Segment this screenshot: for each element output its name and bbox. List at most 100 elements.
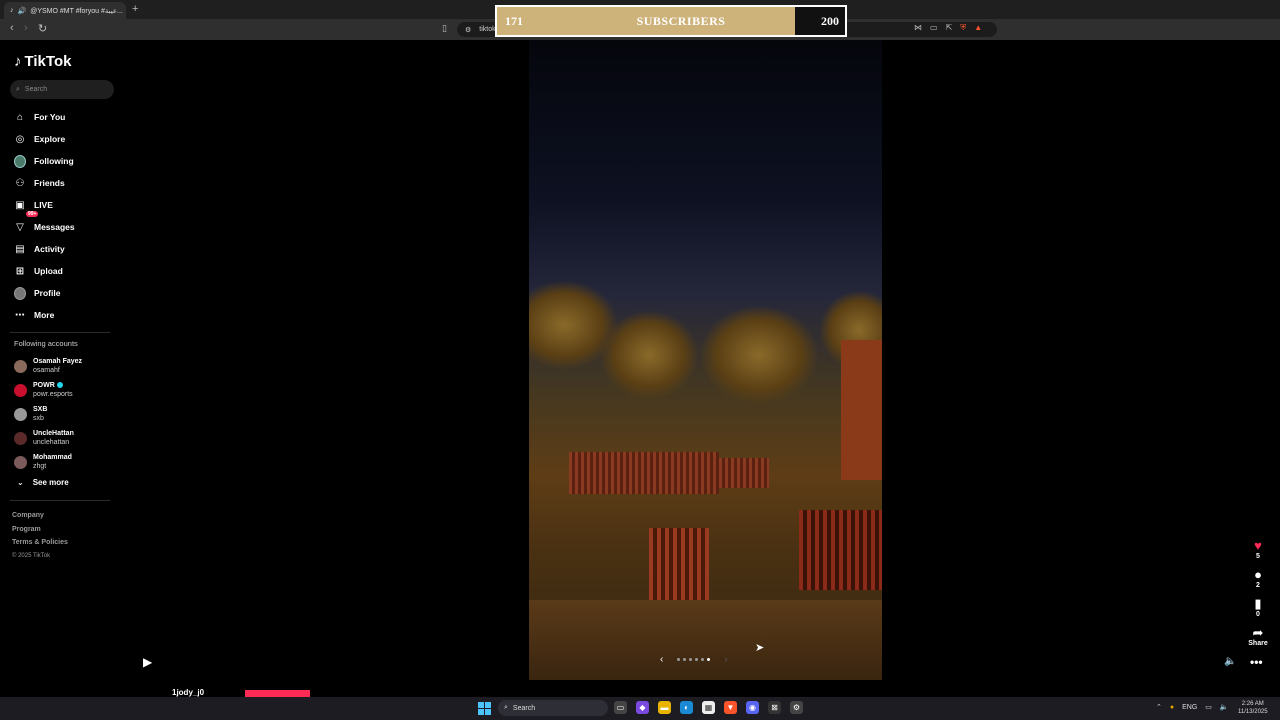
sidebar-item-explore[interactable]: ◎ Explore <box>14 128 75 150</box>
windows-start-icon[interactable] <box>478 702 491 715</box>
carousel-dot[interactable] <box>701 658 705 661</box>
account-name: UncleHattan <box>33 430 74 437</box>
subscriber-goal: 200 <box>795 7 845 35</box>
sidebar-item-label: Profile <box>34 288 61 298</box>
following-accounts-list: Osamah Fayez osamahf POWR powr.esports SX… <box>14 354 82 474</box>
app-icon[interactable]: ⊠ <box>768 701 781 714</box>
follow-button[interactable] <box>245 690 310 697</box>
cast-icon[interactable]: ▭ <box>930 23 938 33</box>
search-input[interactable]: ⌕ Search <box>10 80 114 99</box>
following-account[interactable]: POWR powr.esports <box>14 378 82 402</box>
site-info-icon[interactable]: ⚙ <box>465 26 471 34</box>
sidebar-item-profile[interactable]: Profile <box>14 282 75 304</box>
account-handle: powr.esports <box>33 391 73 398</box>
avatar <box>14 407 27 421</box>
sidebar-item-following[interactable]: Following <box>14 150 75 172</box>
taskbar-clock[interactable]: 2:26 AM 11/13/2025 <box>1238 700 1268 716</box>
extension-icons: ⋈ ▭ ⇱ ⛨ ▲ <box>914 23 982 33</box>
verified-icon <box>56 382 63 389</box>
new-tab-button[interactable]: + <box>132 3 138 15</box>
bookmark-icon[interactable]: ▯ <box>442 23 447 34</box>
sidebar-divider <box>10 332 110 333</box>
upload-icon: ⊞ <box>15 265 25 277</box>
sidebar-item-activity[interactable]: ▤ Activity <box>14 238 75 260</box>
carousel-dot-active[interactable] <box>707 658 711 661</box>
sidebar-item-more[interactable]: ⋯ More <box>14 304 75 326</box>
brave-icon[interactable]: ▼ <box>724 701 737 714</box>
sidebar-item-friends[interactable]: ⚇ Friends <box>14 172 75 194</box>
sidebar-item-upload[interactable]: ⊞ Upload <box>14 260 75 282</box>
following-account[interactable]: UncleHattan unclehattan <box>14 426 82 450</box>
play-icon[interactable]: ▶ <box>143 655 152 669</box>
discord-icon[interactable]: ◉ <box>746 701 759 714</box>
edge-icon[interactable]: ◐ <box>680 701 693 714</box>
volume-tray-icon[interactable]: 🔈 <box>1220 703 1229 711</box>
settings-icon[interactable]: ⚙ <box>790 701 803 714</box>
save-button[interactable]: ▮ 0 <box>1254 597 1261 626</box>
see-more-label: See more <box>32 478 69 487</box>
sidebar-item-live[interactable]: ▣ LIVE <box>14 194 75 216</box>
system-tray: ⌃ ● ENG ▭ 🔈 <box>1156 703 1229 712</box>
tiktok-logo[interactable]: ♪ TikTok <box>14 53 71 70</box>
carousel-prev-icon[interactable]: ‹ <box>660 654 663 665</box>
share-page-icon[interactable]: ⇱ <box>946 23 953 33</box>
carousel-dot[interactable] <box>683 658 687 661</box>
extension-icon[interactable]: ⋈ <box>914 23 922 33</box>
comment-button[interactable]: ● 2 <box>1254 568 1262 597</box>
carousel-dot[interactable] <box>689 658 693 661</box>
copilot-icon[interactable]: ◆ <box>636 701 649 714</box>
footer-link-program[interactable]: Program <box>12 523 68 537</box>
carousel-dot[interactable] <box>677 658 681 661</box>
taskbar-search[interactable]: ⌕ Search <box>498 700 608 716</box>
bookmark-icon: ▮ <box>1254 596 1262 611</box>
sidebar-divider <box>10 500 110 501</box>
carousel-next-icon[interactable]: › <box>724 654 727 665</box>
footer-link-terms[interactable]: Terms & Policies <box>12 536 68 550</box>
chevron-up-icon[interactable]: ⌃ <box>1156 703 1162 711</box>
brave-shield-icon[interactable]: ⛨ <box>960 23 966 33</box>
volume-icon[interactable]: 🔈 <box>1224 656 1236 667</box>
brave-rewards-icon[interactable]: ▲ <box>974 23 982 33</box>
microphone-icon[interactable]: ● <box>1170 704 1174 711</box>
forward-button[interactable]: › <box>24 22 28 34</box>
back-button[interactable]: ‹ <box>10 22 14 34</box>
more-options-icon[interactable]: ••• <box>1250 655 1263 669</box>
carousel-dots <box>677 658 711 661</box>
like-button[interactable]: ♥ 5 <box>1254 539 1262 568</box>
railing <box>799 510 882 590</box>
carousel-controls: ‹ › <box>660 654 728 665</box>
language-indicator[interactable]: ENG <box>1182 704 1197 711</box>
search-placeholder: Search <box>24 86 48 93</box>
following-account[interactable]: Osamah Fayez osamahf <box>14 354 82 378</box>
following-account[interactable]: SXB sxb <box>14 402 82 426</box>
heart-icon: ♥ <box>1254 538 1262 553</box>
video-player[interactable] <box>529 40 882 680</box>
footer-link-company[interactable]: Company <box>12 509 68 523</box>
account-name: Mohammad <box>33 454 72 461</box>
more-icon: ⋯ <box>15 309 25 321</box>
activity-icon: ▤ <box>15 243 25 255</box>
clock-time: 2:26 AM <box>1241 701 1264 707</box>
comment-icon: ● <box>1254 567 1262 582</box>
following-account[interactable]: Mohammad zhgt <box>14 450 82 474</box>
carousel-dot[interactable] <box>695 658 699 661</box>
copyright: © 2025 TikTok <box>12 552 51 559</box>
avatar <box>14 431 27 445</box>
network-icon[interactable]: ▭ <box>1205 703 1212 711</box>
reload-button[interactable]: ↻ <box>38 22 47 35</box>
sidebar-item-for-you[interactable]: ⌂ For You <box>14 106 75 128</box>
tiktok-note-icon: ♪ <box>14 53 22 70</box>
task-view-icon[interactable]: ▭ <box>614 701 627 714</box>
palm-tree <box>599 310 699 400</box>
share-button[interactable]: ➦ Share <box>1248 626 1267 655</box>
see-more-button[interactable]: ⌄ See more <box>17 478 69 487</box>
file-explorer-icon[interactable]: ▬ <box>658 701 671 714</box>
like-count: 5 <box>1256 553 1260 560</box>
browser-tab[interactable]: ♪ 🔊 @YSMO #MT #foryou #عيبة... ✕ <box>4 2 126 19</box>
save-count: 0 <box>1256 611 1260 618</box>
following-avatar-icon <box>14 154 26 168</box>
store-icon[interactable]: ▦ <box>702 701 715 714</box>
audio-icon[interactable]: 🔊 <box>18 7 27 15</box>
sidebar-item-messages[interactable]: ▽ 99+ Messages <box>14 211 75 238</box>
next-video-username[interactable]: 1jody_j0 <box>172 688 204 697</box>
